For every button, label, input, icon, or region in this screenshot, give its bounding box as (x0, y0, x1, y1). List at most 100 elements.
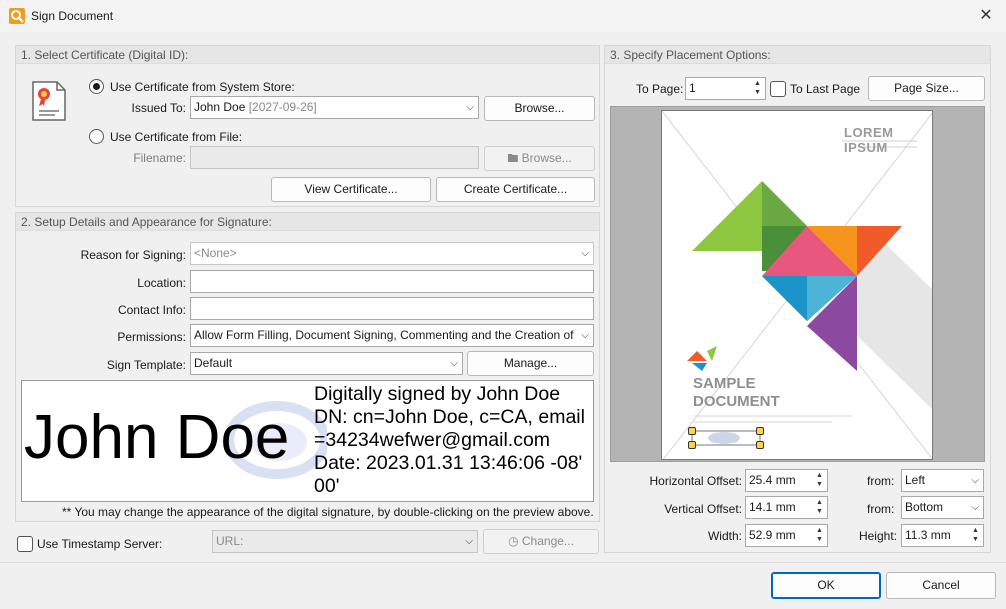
browse-file-label: Browse... (521, 151, 572, 165)
use-system-store-radio[interactable] (89, 79, 104, 94)
horizontal-from-select[interactable]: Left ⌵ (901, 469, 984, 492)
location-input[interactable] (190, 270, 594, 293)
vertical-offset-input[interactable]: 14.1 mm ▲ ▼ (745, 496, 828, 519)
use-cert-file-radio[interactable] (89, 129, 104, 144)
signature-name: John Doe (24, 403, 290, 472)
app-logo-icon (9, 8, 25, 24)
contact-info-input[interactable] (190, 297, 594, 320)
signature-preview[interactable]: John Doe Digitally signed by John Doe DN… (21, 380, 594, 502)
width-value: 52.9 mm (749, 528, 796, 542)
sign-template-select[interactable]: Default ⌵ (190, 352, 463, 375)
filename-input[interactable] (190, 146, 479, 169)
horizontal-offset-input[interactable]: 25.4 mm ▲ ▼ (745, 469, 828, 492)
timestamp-url-select[interactable]: URL: ⌵ (212, 530, 478, 553)
timestamp-change-label: Change... (521, 534, 574, 548)
page-preview[interactable]: LOREM IPSUM SAMPLE DOCUMENT (661, 110, 933, 460)
browse-store-button[interactable]: Browse... (484, 96, 595, 121)
page-size-button[interactable]: Page Size... (868, 76, 985, 101)
permissions-value: Allow Form Filling, Document Signing, Co… (194, 328, 574, 342)
create-certificate-button[interactable]: Create Certificate... (436, 177, 595, 202)
spinner-icon[interactable]: ▲ ▼ (752, 79, 763, 97)
cancel-button[interactable]: Cancel (886, 572, 996, 599)
permissions-label: Permissions: (117, 330, 186, 344)
vertical-from-value: Bottom (905, 500, 944, 514)
title-bar: Sign Document ✕ (0, 0, 1006, 32)
issued-to-date: [2027-09-26] (248, 100, 317, 114)
to-last-page-label: To Last Page (790, 82, 861, 96)
timestamp-change-button[interactable]: ◷ Change... (483, 529, 599, 554)
filename-label: Filename: (133, 151, 186, 165)
signature-line: 00' (314, 475, 340, 497)
width-label: Width: (707, 529, 742, 543)
folder-icon: 🖿 (507, 153, 519, 165)
horizontal-offset-value: 25.4 mm (749, 473, 796, 487)
height-label: Height: (858, 529, 897, 543)
spinner-icon[interactable]: ▲ ▼ (814, 526, 825, 544)
signature-line: Date: 2023.01.31 13:46:06 -08' (314, 452, 583, 474)
vertical-offset-label: Vertical Offset: (664, 502, 742, 516)
use-cert-file-label: Use Certificate from File: (110, 130, 243, 144)
issued-to-name: John Doe (194, 100, 246, 114)
cancel-button-label: Cancel (922, 578, 960, 592)
to-page-input[interactable]: 1 ▲ ▼ (685, 77, 766, 100)
height-input[interactable]: 11.3 mm ▲ ▼ (901, 524, 984, 547)
to-page-value: 1 (689, 81, 696, 95)
chevron-down-icon: ⌵ (581, 248, 589, 259)
preview-sample-line-2: DOCUMENT (693, 393, 780, 410)
resize-handle[interactable] (688, 441, 696, 449)
spinner-icon[interactable]: ▲ ▼ (814, 471, 825, 489)
view-certificate-button[interactable]: View Certificate... (271, 177, 431, 202)
vertical-from-label: from: (867, 502, 895, 516)
timestamp-url-placeholder: URL: (216, 534, 244, 548)
clock-icon: ◷ (508, 534, 519, 548)
issued-to-select[interactable]: John Doe [2027-09-26] ⌵ (190, 96, 479, 119)
chevron-down-icon: ⌵ (971, 502, 979, 513)
manage-templates-button[interactable]: Manage... (467, 351, 594, 376)
vertical-offset-value: 14.1 mm (749, 500, 796, 514)
width-input[interactable]: 52.9 mm ▲ ▼ (745, 524, 828, 547)
ok-button[interactable]: OK (771, 572, 881, 599)
resize-handle[interactable] (756, 427, 764, 435)
horizontal-offset-label: Horizontal Offset: (649, 474, 742, 488)
signature-line: DN: cn=John Doe, c=CA, email (314, 406, 585, 428)
reason-value: <None> (194, 246, 237, 260)
preview-sample-line-1: SAMPLE (693, 375, 756, 392)
use-timestamp-checkbox[interactable] (17, 536, 33, 552)
use-timestamp-label: Use Timestamp Server: (37, 537, 163, 551)
window-title: Sign Document (31, 9, 114, 23)
to-last-page-checkbox[interactable] (770, 81, 786, 97)
vertical-from-select[interactable]: Bottom ⌵ (901, 496, 984, 519)
horizontal-from-label: from: (867, 474, 895, 488)
chevron-down-icon: ⌵ (465, 536, 473, 547)
to-page-label: To Page: (636, 82, 684, 96)
close-icon[interactable]: ✕ (975, 6, 997, 26)
resize-handle[interactable] (756, 441, 764, 449)
height-value: 11.3 mm (905, 528, 951, 542)
section-header: 2. Setup Details and Appearance for Sign… (16, 213, 599, 231)
signature-line: =34234wefwer@gmail.com (314, 429, 551, 451)
use-system-store-label: Use Certificate from System Store: (110, 80, 295, 94)
browse-file-button[interactable]: 🖿 Browse... (484, 146, 595, 171)
spinner-icon[interactable]: ▲ ▼ (970, 526, 981, 544)
signature-note: ** You may change the appearance of the … (62, 505, 594, 519)
preview-title: LOREM IPSUM (844, 125, 894, 155)
chevron-down-icon: ⌵ (466, 102, 474, 113)
section-header: 3. Specify Placement Options: (605, 46, 990, 64)
permissions-select[interactable]: Allow Form Filling, Document Signing, Co… (190, 324, 594, 347)
sign-template-value: Default (194, 356, 233, 370)
contact-info-label: Contact Info: (117, 303, 186, 317)
sign-template-label: Sign Template: (106, 358, 186, 372)
reason-label: Reason for Signing: (80, 248, 186, 262)
horizontal-from-value: Left (905, 473, 926, 487)
ok-button-label: OK (817, 578, 835, 592)
issued-to-label: Issued To: (131, 101, 186, 115)
certificate-icon (31, 81, 67, 121)
signature-details: Digitally signed by John Doe DN: cn=John… (314, 383, 593, 498)
chevron-down-icon: ⌵ (450, 358, 458, 369)
location-label: Location: (137, 276, 186, 290)
page-preview-canvas: LOREM IPSUM SAMPLE DOCUMENT (610, 106, 985, 462)
signature-line: Digitally signed by John Doe (314, 383, 561, 405)
reason-select[interactable]: <None> ⌵ (190, 242, 594, 265)
resize-handle[interactable] (688, 427, 696, 435)
spinner-icon[interactable]: ▲ ▼ (814, 498, 825, 516)
